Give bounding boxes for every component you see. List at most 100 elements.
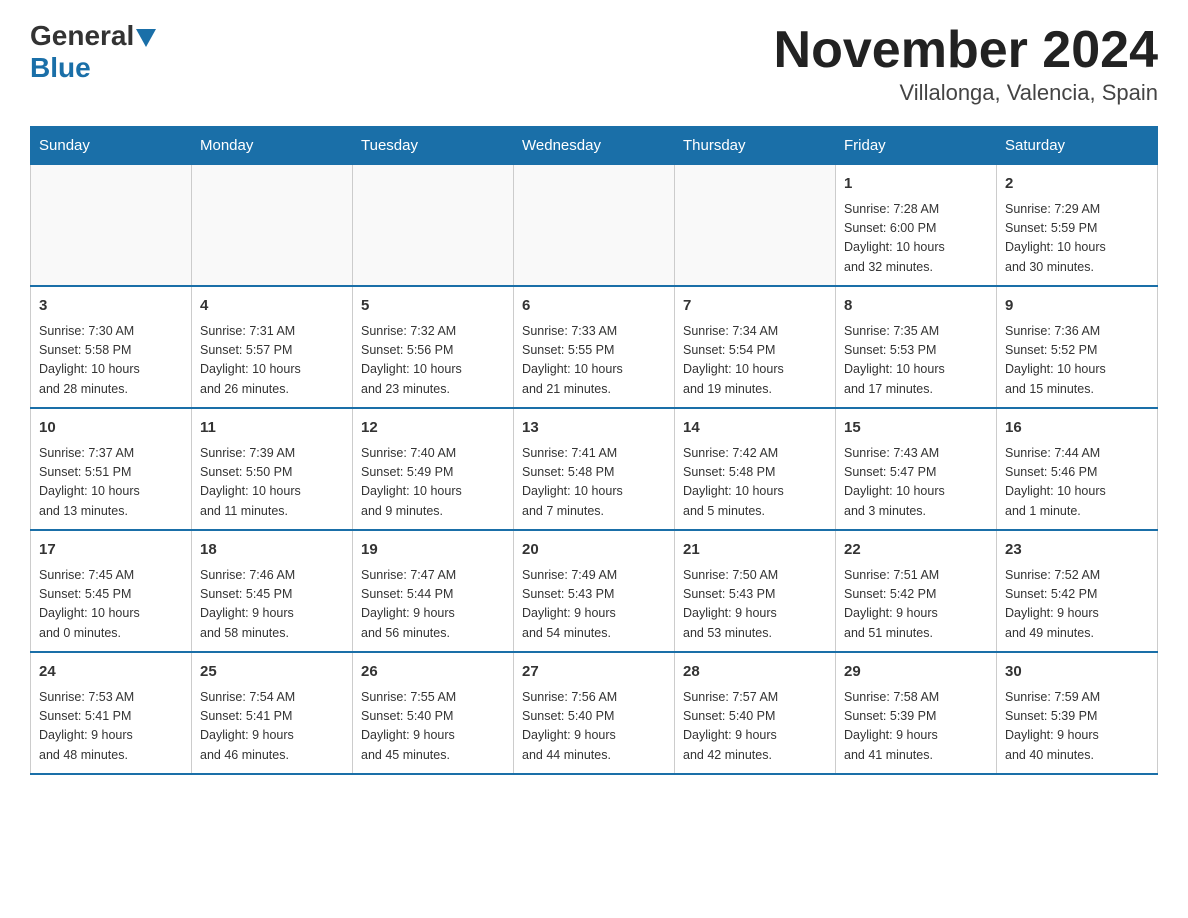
calendar-day-cell: 29 Sunrise: 7:58 AMSunset: 5:39 PMDayligh… <box>836 652 997 774</box>
calendar-day-cell <box>353 165 514 287</box>
day-number: 14 <box>683 417 827 440</box>
day-number: 6 <box>522 295 666 318</box>
col-friday: Friday <box>836 127 997 165</box>
page-title: November 2024 <box>774 20 1158 80</box>
calendar-day-cell: 18 Sunrise: 7:46 AMSunset: 5:45 PMDayligh… <box>192 530 353 652</box>
calendar-header-row: Sunday Monday Tuesday Wednesday Thursday… <box>31 127 1158 165</box>
calendar-day-cell: 22 Sunrise: 7:51 AMSunset: 5:42 PMDayligh… <box>836 530 997 652</box>
day-number: 11 <box>200 417 344 440</box>
day-detail: Sunrise: 7:54 AMSunset: 5:41 PMDaylight:… <box>200 688 344 766</box>
day-number: 2 <box>1005 173 1149 196</box>
calendar-day-cell: 25 Sunrise: 7:54 AMSunset: 5:41 PMDayligh… <box>192 652 353 774</box>
calendar-week-row: 24 Sunrise: 7:53 AMSunset: 5:41 PMDayligh… <box>31 652 1158 774</box>
calendar-day-cell: 6 Sunrise: 7:33 AMSunset: 5:55 PMDaylight… <box>514 286 675 408</box>
calendar-day-cell: 16 Sunrise: 7:44 AMSunset: 5:46 PMDayligh… <box>997 408 1158 530</box>
col-thursday: Thursday <box>675 127 836 165</box>
calendar-day-cell: 19Sunrise: 7:47 AMSunset: 5:44 PMDayligh… <box>353 530 514 652</box>
day-detail: Sunrise: 7:33 AMSunset: 5:55 PMDaylight:… <box>522 322 666 400</box>
calendar-day-cell: 11 Sunrise: 7:39 AMSunset: 5:50 PMDayligh… <box>192 408 353 530</box>
day-number: 13 <box>522 417 666 440</box>
col-sunday: Sunday <box>31 127 192 165</box>
calendar-day-cell <box>31 165 192 287</box>
calendar-day-cell: 15 Sunrise: 7:43 AMSunset: 5:47 PMDayligh… <box>836 408 997 530</box>
day-number: 22 <box>844 539 988 562</box>
day-number: 7 <box>683 295 827 318</box>
day-number: 3 <box>39 295 183 318</box>
day-detail: Sunrise: 7:35 AMSunset: 5:53 PMDaylight:… <box>844 322 988 400</box>
day-detail: Sunrise: 7:46 AMSunset: 5:45 PMDaylight:… <box>200 566 344 644</box>
day-detail: Sunrise: 7:37 AMSunset: 5:51 PMDaylight:… <box>39 444 183 522</box>
calendar-day-cell: 20Sunrise: 7:49 AMSunset: 5:43 PMDayligh… <box>514 530 675 652</box>
day-detail: Sunrise: 7:49 AMSunset: 5:43 PMDaylight:… <box>522 566 666 644</box>
logo-blue-text: Blue <box>30 52 156 84</box>
calendar-day-cell: 30 Sunrise: 7:59 AMSunset: 5:39 PMDayligh… <box>997 652 1158 774</box>
calendar-day-cell: 28 Sunrise: 7:57 AMSunset: 5:40 PMDayligh… <box>675 652 836 774</box>
day-detail: Sunrise: 7:45 AMSunset: 5:45 PMDaylight:… <box>39 566 183 644</box>
day-detail: Sunrise: 7:42 AMSunset: 5:48 PMDaylight:… <box>683 444 827 522</box>
calendar-day-cell: 21 Sunrise: 7:50 AMSunset: 5:43 PMDayligh… <box>675 530 836 652</box>
day-number: 28 <box>683 661 827 684</box>
calendar-week-row: 3 Sunrise: 7:30 AMSunset: 5:58 PMDaylight… <box>31 286 1158 408</box>
day-number: 17 <box>39 539 183 562</box>
col-saturday: Saturday <box>997 127 1158 165</box>
calendar-day-cell: 27 Sunrise: 7:56 AMSunset: 5:40 PMDayligh… <box>514 652 675 774</box>
calendar-day-cell: 12 Sunrise: 7:40 AMSunset: 5:49 PMDayligh… <box>353 408 514 530</box>
calendar-table: Sunday Monday Tuesday Wednesday Thursday… <box>30 126 1158 775</box>
day-number: 24 <box>39 661 183 684</box>
logo: General Blue <box>30 20 156 84</box>
logo-general-text: General <box>30 20 134 52</box>
calendar-day-cell: 2 Sunrise: 7:29 AMSunset: 5:59 PMDaylight… <box>997 165 1158 287</box>
calendar-day-cell: 14 Sunrise: 7:42 AMSunset: 5:48 PMDayligh… <box>675 408 836 530</box>
day-number: 23 <box>1005 539 1149 562</box>
calendar-day-cell: 8 Sunrise: 7:35 AMSunset: 5:53 PMDaylight… <box>836 286 997 408</box>
day-detail: Sunrise: 7:44 AMSunset: 5:46 PMDaylight:… <box>1005 444 1149 522</box>
day-number: 4 <box>200 295 344 318</box>
calendar-week-row: 1 Sunrise: 7:28 AMSunset: 6:00 PMDaylight… <box>31 165 1158 287</box>
col-wednesday: Wednesday <box>514 127 675 165</box>
calendar-day-cell: 1 Sunrise: 7:28 AMSunset: 6:00 PMDaylight… <box>836 165 997 287</box>
day-detail: Sunrise: 7:56 AMSunset: 5:40 PMDaylight:… <box>522 688 666 766</box>
col-tuesday: Tuesday <box>353 127 514 165</box>
day-detail: Sunrise: 7:36 AMSunset: 5:52 PMDaylight:… <box>1005 322 1149 400</box>
day-number: 18 <box>200 539 344 562</box>
calendar-week-row: 10Sunrise: 7:37 AMSunset: 5:51 PMDayligh… <box>31 408 1158 530</box>
day-number: 26 <box>361 661 505 684</box>
calendar-day-cell: 9Sunrise: 7:36 AMSunset: 5:52 PMDaylight… <box>997 286 1158 408</box>
day-detail: Sunrise: 7:30 AMSunset: 5:58 PMDaylight:… <box>39 322 183 400</box>
day-detail: Sunrise: 7:58 AMSunset: 5:39 PMDaylight:… <box>844 688 988 766</box>
calendar-day-cell <box>192 165 353 287</box>
day-number: 19 <box>361 539 505 562</box>
day-detail: Sunrise: 7:43 AMSunset: 5:47 PMDaylight:… <box>844 444 988 522</box>
title-area: November 2024 Villalonga, Valencia, Spai… <box>774 20 1158 106</box>
day-detail: Sunrise: 7:53 AMSunset: 5:41 PMDaylight:… <box>39 688 183 766</box>
day-detail: Sunrise: 7:32 AMSunset: 5:56 PMDaylight:… <box>361 322 505 400</box>
day-detail: Sunrise: 7:28 AMSunset: 6:00 PMDaylight:… <box>844 200 988 278</box>
calendar-day-cell: 5 Sunrise: 7:32 AMSunset: 5:56 PMDaylight… <box>353 286 514 408</box>
calendar-day-cell: 23Sunrise: 7:52 AMSunset: 5:42 PMDayligh… <box>997 530 1158 652</box>
day-number: 16 <box>1005 417 1149 440</box>
day-detail: Sunrise: 7:59 AMSunset: 5:39 PMDaylight:… <box>1005 688 1149 766</box>
day-number: 12 <box>361 417 505 440</box>
calendar-day-cell: 13Sunrise: 7:41 AMSunset: 5:48 PMDayligh… <box>514 408 675 530</box>
day-number: 27 <box>522 661 666 684</box>
day-number: 30 <box>1005 661 1149 684</box>
day-detail: Sunrise: 7:55 AMSunset: 5:40 PMDaylight:… <box>361 688 505 766</box>
day-detail: Sunrise: 7:29 AMSunset: 5:59 PMDaylight:… <box>1005 200 1149 278</box>
day-detail: Sunrise: 7:51 AMSunset: 5:42 PMDaylight:… <box>844 566 988 644</box>
calendar-day-cell: 4Sunrise: 7:31 AMSunset: 5:57 PMDaylight… <box>192 286 353 408</box>
day-number: 8 <box>844 295 988 318</box>
day-number: 25 <box>200 661 344 684</box>
day-number: 29 <box>844 661 988 684</box>
day-number: 1 <box>844 173 988 196</box>
col-monday: Monday <box>192 127 353 165</box>
day-detail: Sunrise: 7:39 AMSunset: 5:50 PMDaylight:… <box>200 444 344 522</box>
logo-triangle-icon <box>136 29 156 47</box>
day-number: 5 <box>361 295 505 318</box>
day-number: 15 <box>844 417 988 440</box>
header: General Blue November 2024 Villalonga, V… <box>30 20 1158 106</box>
day-number: 21 <box>683 539 827 562</box>
day-detail: Sunrise: 7:40 AMSunset: 5:49 PMDaylight:… <box>361 444 505 522</box>
day-detail: Sunrise: 7:50 AMSunset: 5:43 PMDaylight:… <box>683 566 827 644</box>
day-detail: Sunrise: 7:57 AMSunset: 5:40 PMDaylight:… <box>683 688 827 766</box>
calendar-day-cell: 7Sunrise: 7:34 AMSunset: 5:54 PMDaylight… <box>675 286 836 408</box>
